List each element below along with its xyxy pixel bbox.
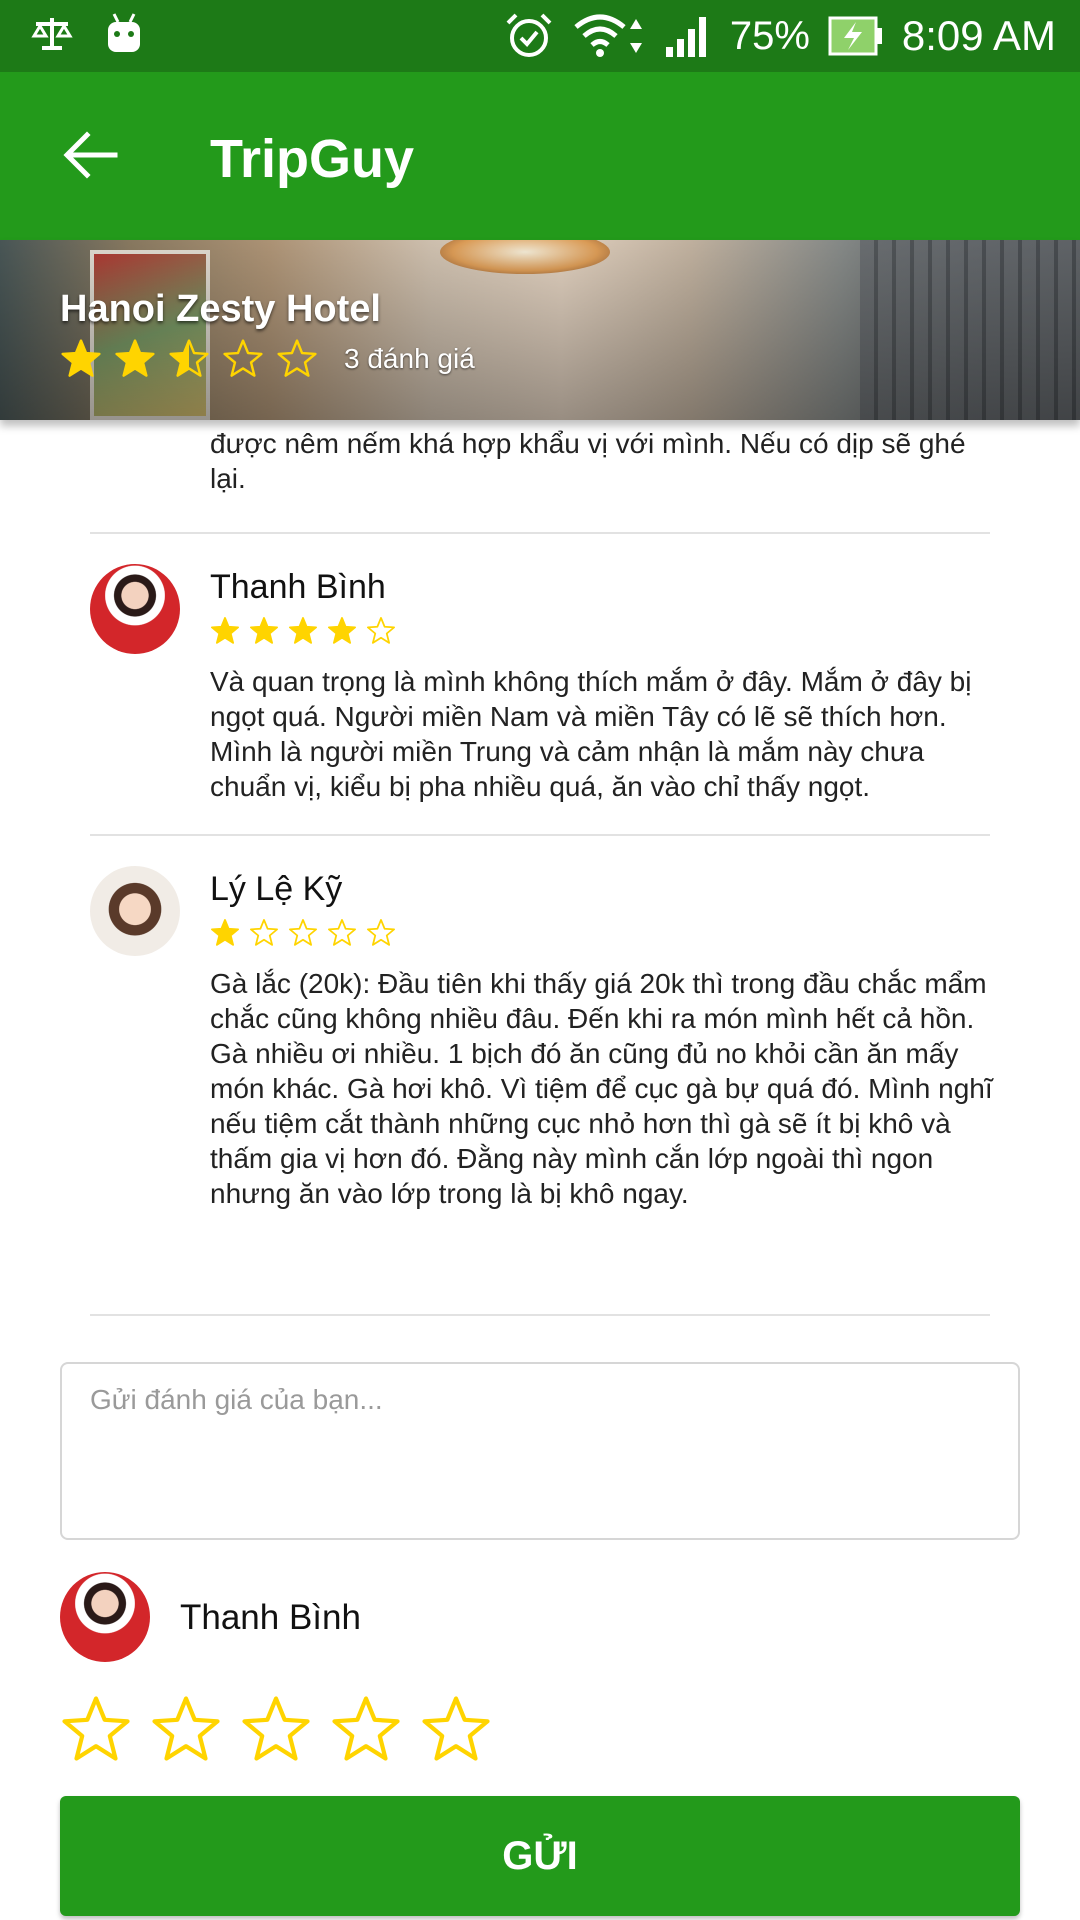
hotel-header: Hanoi Zesty Hotel 3 đánh giá [0, 240, 1080, 420]
hotel-rating: 3 đánh giá [60, 338, 475, 380]
rate-star-icon-empty[interactable] [150, 1694, 222, 1766]
star-icon-empty [250, 919, 278, 946]
star-icon-full [328, 617, 356, 644]
review-rating-stars [210, 616, 405, 646]
star-icon-empty [289, 919, 317, 946]
rate-star-icon-empty[interactable] [330, 1694, 402, 1766]
review-rating-stars [210, 918, 405, 948]
status-bar: 75% 8:09 AM [0, 0, 1080, 72]
app-bar: TripGuy [0, 72, 1080, 240]
review-input[interactable] [60, 1362, 1020, 1540]
star-icon-empty [367, 617, 395, 644]
avatar [90, 866, 180, 956]
star-icon-full [115, 339, 155, 377]
star-icon-empty [277, 339, 317, 377]
star-icon-full [289, 617, 317, 644]
send-button[interactable]: GỬI [60, 1796, 1020, 1916]
rate-star-icon-empty[interactable] [60, 1694, 132, 1766]
alarm-icon [506, 13, 552, 57]
star-icon-empty [328, 919, 356, 946]
rate-star-icon-empty[interactable] [240, 1694, 312, 1766]
star-icon-full [211, 617, 239, 644]
star-icon-empty [223, 339, 263, 377]
rating-input[interactable] [60, 1694, 510, 1766]
star-icon-full [250, 617, 278, 644]
reviewer-name: Lý Lệ Kỹ [210, 870, 343, 908]
wifi-icon [574, 14, 642, 57]
divider [90, 834, 990, 836]
current-user: Thanh Bình [60, 1572, 660, 1662]
hotel-name: Hanoi Zesty Hotel [60, 288, 381, 330]
review-text-partial: được nêm nếm khá hợp khẩu vị với mình. N… [210, 428, 966, 494]
star-icon-empty [367, 919, 395, 946]
app-title: TripGuy [210, 129, 415, 189]
star-icon-full [61, 339, 101, 377]
hotel-rating-stars [60, 338, 330, 380]
arrow-back-icon [63, 131, 118, 179]
review-text: Gà lắc (20k): Đầu tiên khi thấy giá 20k … [210, 968, 993, 1209]
review-text: Và quan trọng là mình không thích mắm ở … [210, 666, 972, 802]
rate-star-icon-empty[interactable] [420, 1694, 492, 1766]
signal-icon [665, 17, 706, 57]
android-icon [108, 13, 140, 52]
avatar [90, 564, 180, 654]
review-count: 3 đánh giá [344, 343, 475, 374]
avatar [60, 1572, 150, 1662]
star-icon-full [211, 919, 239, 946]
star-icon-half [169, 339, 209, 377]
battery-charging-icon [828, 16, 882, 56]
reviewer-name: Thanh Bình [210, 568, 386, 606]
battery-percent: 75% [729, 13, 810, 58]
back-button[interactable] [56, 120, 126, 190]
divider [90, 1314, 990, 1316]
scale-icon [31, 18, 73, 50]
clock: 8:09 AM [901, 12, 1056, 59]
divider [90, 532, 990, 534]
current-user-name: Thanh Bình [180, 1598, 361, 1637]
